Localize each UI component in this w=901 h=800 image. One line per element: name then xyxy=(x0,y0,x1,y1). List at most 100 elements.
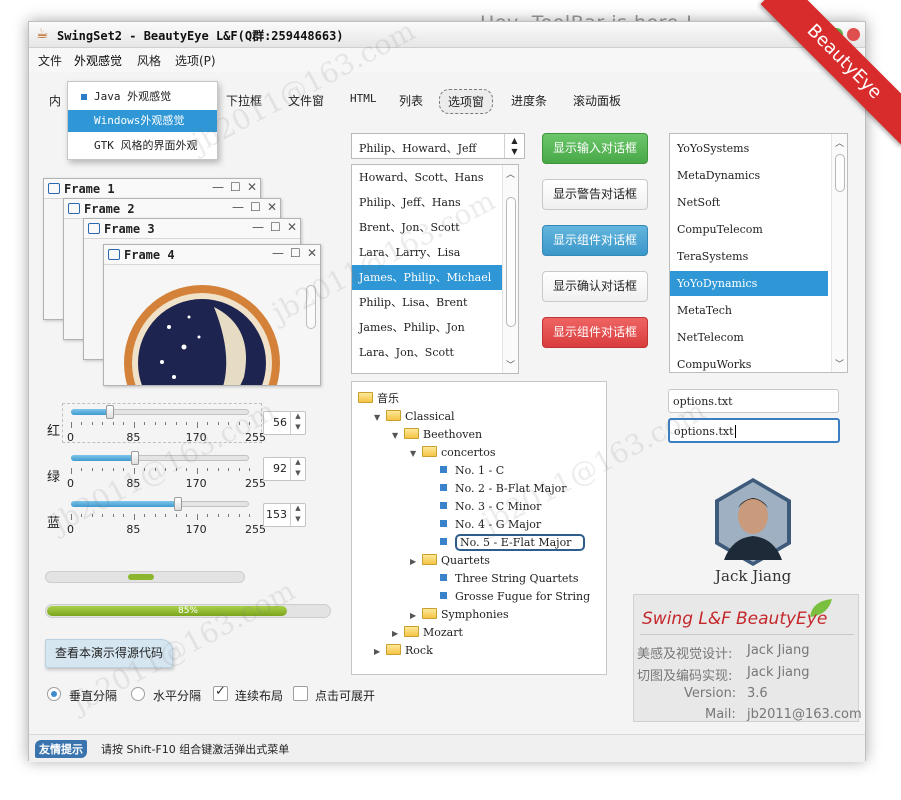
spinner-down-icon[interactable]: ▼ xyxy=(290,469,305,480)
list-item[interactable]: YoYoDynamics xyxy=(670,271,828,296)
tab-internal-frame[interactable]: 内 xyxy=(41,89,69,112)
tree-leaf-node[interactable]: No. 5 - E-Flat Major xyxy=(440,534,586,552)
frame-title-bar[interactable]: Frame 3 — ☐ ✕ xyxy=(84,219,300,239)
tree-folder-node[interactable]: ▶ Quartets xyxy=(410,552,490,570)
menu-options[interactable]: 选项(P) xyxy=(172,52,219,69)
tab-combobox[interactable]: 下拉框 xyxy=(218,89,270,112)
tree-folder-node[interactable]: ▼ Beethoven xyxy=(392,426,482,444)
minimize-icon[interactable]: — xyxy=(212,180,224,194)
collapsed-arrow-icon[interactable]: ▶ xyxy=(392,625,398,643)
slider-thumb[interactable] xyxy=(106,405,115,419)
list-item[interactable]: MetaTech xyxy=(670,298,828,323)
list-item[interactable]: Brent、Jon、Scott xyxy=(352,215,518,240)
names-combobox[interactable]: Philip、Howard、Jeff ▲ ▼ xyxy=(351,133,525,159)
tree-folder-node[interactable]: ▶ Rock xyxy=(374,642,433,660)
tree-folder-node[interactable]: 音乐 xyxy=(358,390,399,408)
tree-leaf-node[interactable]: No. 4 - G Major xyxy=(440,516,541,534)
list-item[interactable]: Lara、Jon、Scott xyxy=(352,340,518,365)
names-list[interactable]: Howard、Scott、Hans Philip、Jeff、Hans Brent、J… xyxy=(351,164,519,374)
company-list-scrollbar[interactable]: ︿ ﹀ xyxy=(831,134,847,372)
slider-spinner[interactable]: 92 ▲ ▼ xyxy=(263,457,306,481)
tab-html[interactable]: HTML xyxy=(342,89,385,108)
list-item[interactable]: NetSoft xyxy=(670,190,828,215)
minimize-icon[interactable]: — xyxy=(252,220,264,234)
show-input-dialog-button[interactable]: 显示输入对话框 xyxy=(542,133,648,164)
frame-title-bar[interactable]: Frame 4 — ☐ ✕ xyxy=(104,245,320,265)
show-confirm-dialog-button[interactable]: 显示确认对话框 xyxy=(542,271,648,302)
slider-spinner[interactable]: 153 ▲ ▼ xyxy=(263,503,306,527)
slider-spinner[interactable]: 56 ▲ ▼ xyxy=(263,411,306,435)
list-item[interactable]: Lara、Larry、Lisa xyxy=(352,240,518,265)
options-text-field[interactable]: options.txt xyxy=(668,389,839,413)
list-item[interactable]: CompuTelecom xyxy=(670,217,828,242)
list-item[interactable]: YoYoSystems xyxy=(670,136,828,161)
tree-leaf-node[interactable]: Three String Quartets xyxy=(440,570,578,588)
view-source-button[interactable]: 查看本演示得源代码 xyxy=(45,639,173,668)
spinner-up-icon[interactable]: ▲ xyxy=(290,412,305,423)
expanded-arrow-icon[interactable]: ▼ xyxy=(410,445,416,463)
options-text-field-focused[interactable]: options.txt xyxy=(668,418,840,443)
minimize-icon[interactable]: — xyxy=(272,246,284,260)
list-item[interactable]: NetTelecom xyxy=(670,325,828,350)
collapsed-arrow-icon[interactable]: ▶ xyxy=(410,607,416,625)
tree-folder-node[interactable]: ▼ Classical xyxy=(374,408,455,426)
menu-theme[interactable]: 风格 xyxy=(134,52,164,69)
internal-frame-4[interactable]: Frame 4 — ☐ ✕ xyxy=(103,244,321,386)
tree-leaf-node[interactable]: No. 2 - B-Flat Major xyxy=(440,480,567,498)
tab-option-pane[interactable]: 选项窗 xyxy=(439,89,494,114)
tree-leaf-node[interactable]: No. 3 - C Minor xyxy=(440,498,541,516)
show-warning-dialog-button[interactable]: 显示警告对话框 xyxy=(542,179,648,210)
close-icon[interactable]: ✕ xyxy=(247,180,257,194)
spinner-down-icon[interactable]: ▼ xyxy=(290,515,305,526)
list-item[interactable]: TeraSystems xyxy=(670,244,828,269)
checkbox-expand[interactable] xyxy=(293,686,308,701)
list-scrollbar[interactable]: ︿ ﹀ xyxy=(502,165,518,373)
tree-folder-node[interactable]: ▼ concertos xyxy=(410,444,495,462)
frame-title-bar[interactable]: Frame 1 — ☐ ✕ xyxy=(44,179,260,199)
spinner-up-icon[interactable]: ▲ xyxy=(290,504,305,515)
checkbox-continuous-layout[interactable]: ✓ xyxy=(213,684,228,701)
frame-scrollbar[interactable] xyxy=(305,271,317,381)
tree-folder-node[interactable]: ▶ Mozart xyxy=(392,624,463,642)
expanded-arrow-icon[interactable]: ▼ xyxy=(392,427,398,445)
spinner-up-icon[interactable]: ▲ xyxy=(290,458,305,469)
tab-file-chooser[interactable]: 文件窗 xyxy=(280,89,332,112)
maximize-icon[interactable]: ☐ xyxy=(230,180,241,194)
tab-scroll-pane[interactable]: 滚动面板 xyxy=(565,89,629,112)
maximize-icon[interactable]: ☐ xyxy=(290,246,301,260)
menu-item-gtk[interactable]: GTK 风格的界面外观 xyxy=(68,135,217,157)
expanded-arrow-icon[interactable]: ▼ xyxy=(374,409,380,427)
menu-item-java[interactable]: Java 外观感觉 xyxy=(68,86,217,108)
maximize-icon[interactable]: ☐ xyxy=(270,220,281,234)
list-item[interactable]: CompuWorks xyxy=(670,352,828,372)
menu-item-windows[interactable]: Windows外观感觉 xyxy=(68,110,217,132)
frame-title-bar[interactable]: Frame 2 — ☐ ✕ xyxy=(64,199,280,219)
close-icon[interactable]: ✕ xyxy=(307,246,317,260)
list-item[interactable]: Howard、Scott、Hans xyxy=(352,165,518,190)
maximize-icon[interactable]: ☐ xyxy=(250,200,261,214)
show-component-dialog-button[interactable]: 显示组件对话框 xyxy=(542,225,648,256)
music-tree[interactable]: 音乐 ▼ Classical ▼ Beethoven ▼ concertos No. 1 - … xyxy=(351,381,607,675)
show-component-dialog-button-2[interactable]: 显示组件对话框 xyxy=(542,317,648,348)
radio-horizontal-split[interactable] xyxy=(131,687,145,701)
close-icon[interactable]: ✕ xyxy=(287,220,297,234)
collapsed-arrow-icon[interactable]: ▶ xyxy=(374,643,380,661)
menu-file[interactable]: 文件 xyxy=(35,52,65,69)
close-icon[interactable]: ✕ xyxy=(267,200,277,214)
list-item[interactable]: Philip、Lisa、Brent xyxy=(352,290,518,315)
combo-arrow-icon[interactable]: ▲ ▼ xyxy=(504,134,524,158)
list-item[interactable]: Philip、Jeff、Hans xyxy=(352,190,518,215)
tab-list[interactable]: 列表 xyxy=(391,89,431,112)
tab-progress-bar[interactable]: 进度条 xyxy=(503,89,555,112)
menu-look-and-feel[interactable]: 外观感觉 xyxy=(71,52,125,69)
spinner-down-icon[interactable]: ▼ xyxy=(290,423,305,434)
close-button[interactable] xyxy=(847,28,860,41)
list-item[interactable]: MetaDynamics xyxy=(670,163,828,188)
slider-thumb[interactable] xyxy=(173,497,182,511)
company-list[interactable]: YoYoSystems MetaDynamics NetSoft CompuTelec… xyxy=(669,133,848,373)
radio-vertical-split[interactable] xyxy=(47,687,61,701)
minimize-icon[interactable]: — xyxy=(232,200,244,214)
tree-leaf-node[interactable]: Grosse Fugue for String xyxy=(440,588,590,606)
slider-thumb[interactable] xyxy=(131,451,140,465)
list-item[interactable]: James、Philip、Michael xyxy=(352,265,518,290)
